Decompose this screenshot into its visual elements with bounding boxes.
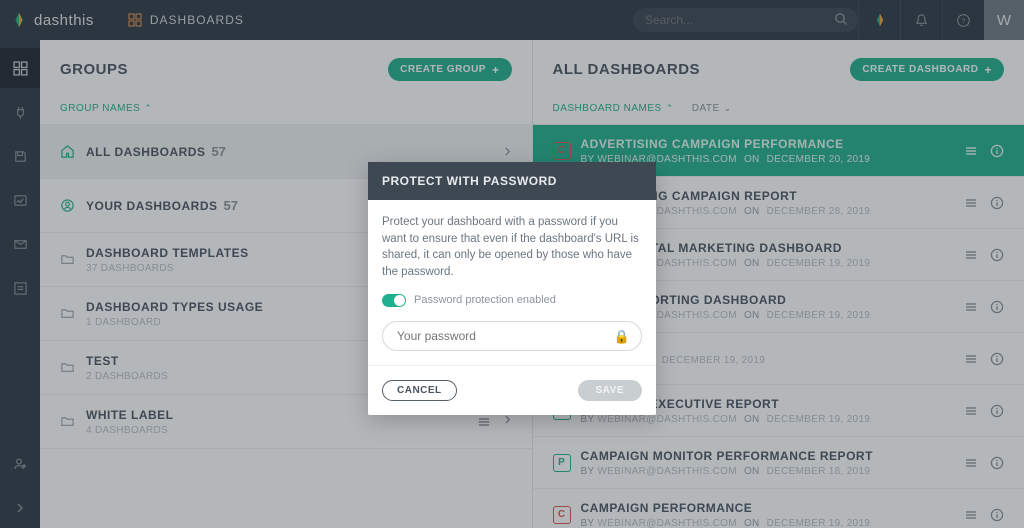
lock-icon: 🔒 (614, 328, 630, 347)
password-toggle[interactable] (382, 294, 406, 307)
cancel-button[interactable]: CANCEL (382, 380, 457, 401)
password-modal: PROTECT WITH PASSWORD Protect your dashb… (368, 162, 656, 415)
modal-footer: CANCEL SAVE (368, 365, 656, 415)
save-button[interactable]: SAVE (578, 380, 643, 401)
toggle-label: Password protection enabled (414, 293, 556, 309)
password-field-wrap: 🔒 (382, 321, 642, 351)
password-input[interactable] (382, 321, 642, 351)
modal-body: Protect your dashboard with a password i… (368, 200, 656, 365)
toggle-row: Password protection enabled (382, 293, 642, 309)
modal-title: PROTECT WITH PASSWORD (368, 162, 656, 200)
modal-description: Protect your dashboard with a password i… (382, 214, 642, 281)
